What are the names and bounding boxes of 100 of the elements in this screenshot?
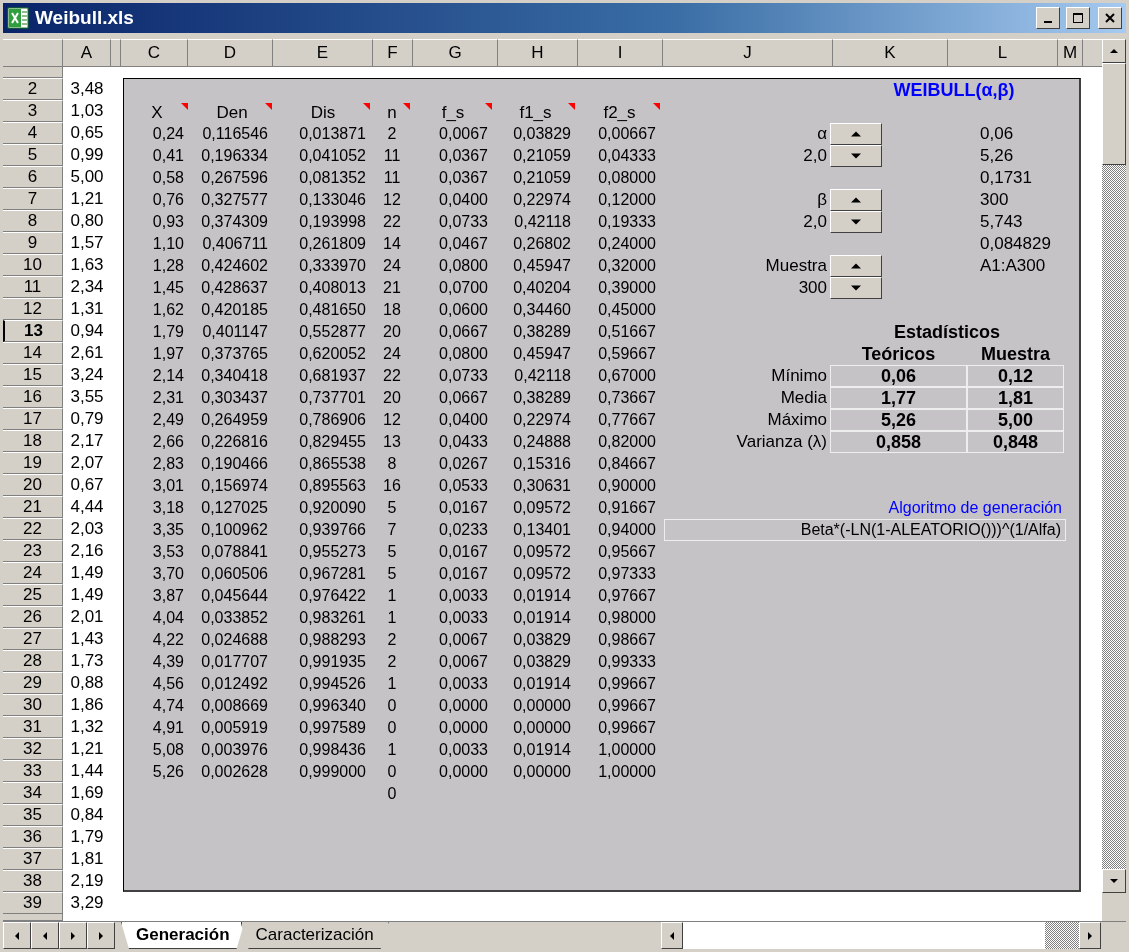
minimize-button[interactable] [1036,7,1060,29]
table-cell-text: 1,63 [69,254,105,276]
row-header[interactable]: 39 [3,892,63,914]
table-cell-text: 2,49 [151,410,185,430]
sheet-tab[interactable]: Generación [121,922,245,949]
next-icon [69,931,77,940]
table-cell-text: 1,69 [69,782,105,804]
row-header[interactable]: 16 [3,386,63,408]
column-header[interactable]: K [833,39,948,67]
row-header[interactable]: 28 [3,650,63,672]
row-header[interactable]: 4 [3,122,63,144]
spin-up-button[interactable] [830,123,882,145]
next-sheet-button[interactable] [59,922,87,949]
window-title: Weibull.xls [35,7,135,29]
row-header[interactable]: 22 [3,518,63,540]
row-header[interactable]: 23 [3,540,63,562]
table-cell-text: 0,002628 [200,762,269,782]
row-header[interactable]: 12 [3,298,63,320]
last-sheet-button[interactable] [87,922,115,949]
table-cell-text: 0,0033 [438,608,489,628]
row-header[interactable]: 27 [3,628,63,650]
table-cell-text: 0,552877 [298,322,367,342]
scroll-down-button[interactable] [1102,869,1126,893]
row-header[interactable]: 26 [3,606,63,628]
table-cell-text: 2,31 [151,388,185,408]
row-header[interactable]: 32 [3,738,63,760]
table-cell-text: 0,401147 [201,322,269,342]
row-header[interactable]: 35 [3,804,63,826]
table-cell-text: 0,127025 [200,498,269,518]
scroll-left-button[interactable] [661,922,683,949]
row-header[interactable]: 36 [3,826,63,848]
close-button[interactable] [1098,7,1122,29]
table-cell-text: 0,041052 [298,146,367,166]
row-header[interactable]: 20 [3,474,63,496]
row-header[interactable]: 9 [3,232,63,254]
row-header[interactable]: 18 [3,430,63,452]
maximize-button[interactable] [1066,7,1090,29]
spin-down-button[interactable] [830,211,882,233]
row-header[interactable]: 33 [3,760,63,782]
sheet-tab[interactable]: Caracterización [240,922,389,949]
table-cell-text: 4,04 [151,608,185,628]
row-header[interactable]: 15 [3,364,63,386]
spin-up-button[interactable] [830,255,882,277]
row-header[interactable]: 3 [3,100,63,122]
table-cell-text: 0,03829 [512,124,572,144]
row-header[interactable]: 8 [3,210,63,232]
row-header[interactable]: 14 [3,342,63,364]
row-header[interactable]: 6 [3,166,63,188]
table-cell-text: 1,73 [69,650,105,672]
table-cell-text: 0,91667 [597,498,657,518]
table-cell-text: 0,976422 [298,586,367,606]
table-cell-text: 16 [382,476,402,496]
close-icon [1105,13,1115,23]
table-cell-text: 0,94000 [597,520,657,540]
row-header[interactable]: 7 [3,188,63,210]
row-header[interactable]: 25 [3,584,63,606]
row-header[interactable]: 38 [3,870,63,892]
scroll-up-button[interactable] [1102,39,1126,63]
table-cell-text: 0,193998 [298,212,367,232]
row-header[interactable]: 19 [3,452,63,474]
row-header[interactable]: 21 [3,496,63,518]
previous-sheet-button[interactable] [31,922,59,949]
table-cell-text: 0,261809 [298,234,367,254]
row-header[interactable]: 5 [3,144,63,166]
scroll-right-button[interactable] [1079,922,1101,949]
first-sheet-button[interactable] [3,922,31,949]
up-arrow-icon [851,261,861,271]
row-header[interactable]: 34 [3,782,63,804]
row-header[interactable]: 17 [3,408,63,430]
table-cell-text: 0,0033 [438,740,489,760]
table-cell-text: 24 [382,344,402,364]
spin-up-button[interactable] [830,189,882,211]
row-header[interactable]: 11 [3,276,63,298]
table-cell-text: 0,95667 [597,542,657,562]
row-header[interactable]: 2 [3,78,63,100]
spin-down-button[interactable] [830,145,882,167]
table-cell: 5,26 [830,409,967,431]
minimize-icon [1044,21,1052,23]
row-header[interactable]: 10 [3,254,63,276]
row-header[interactable]: 29 [3,672,63,694]
table-cell-text: 0,0700 [438,278,489,298]
table-cell-text: 0,99333 [597,652,657,672]
table-cell-text: 0,84667 [597,454,657,474]
row-header[interactable] [3,67,63,78]
row-header[interactable]: 30 [3,694,63,716]
spin-down-button[interactable] [830,277,882,299]
algorithm-label: Algoritmo de generación [888,499,1063,517]
scrollbar-thumb[interactable] [1102,63,1126,165]
table-cell-text: 0 [386,784,398,804]
table-cell-text: 0,09572 [512,542,572,562]
table-cell-text: 0,003976 [200,740,269,760]
table-cell-text: 8 [386,454,398,474]
column-header[interactable]: J [663,39,833,67]
row-header[interactable]: 37 [3,848,63,870]
table-cell: 0,858 [830,431,967,453]
row-header[interactable]: 31 [3,716,63,738]
table-cell-text: 4,39 [151,652,185,672]
up-arrow-icon [851,195,861,205]
row-header[interactable]: 24 [3,562,63,584]
row-header[interactable]: 13 [3,320,63,342]
